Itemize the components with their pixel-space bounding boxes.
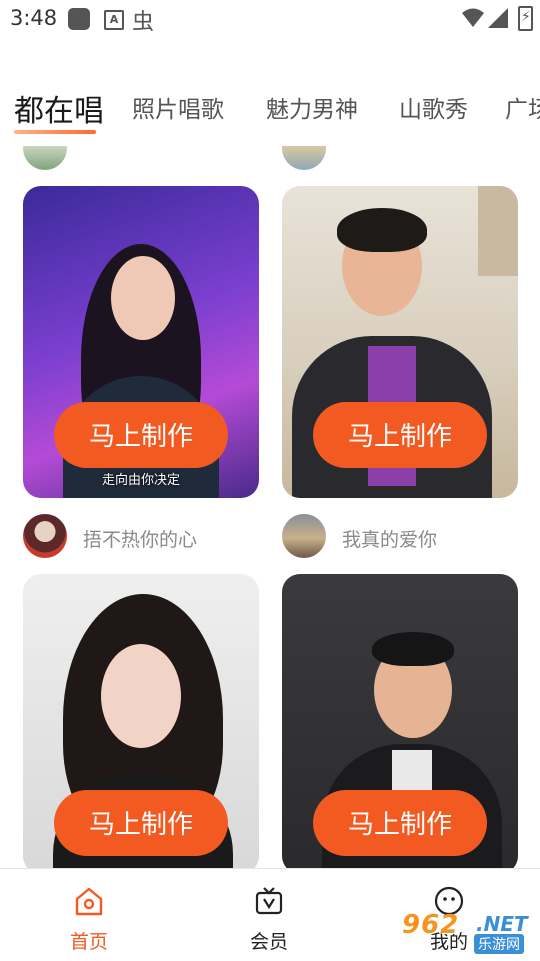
- author-row[interactable]: 捂不热你的心: [23, 514, 259, 560]
- tab-guang-chang[interactable]: 广场: [505, 90, 540, 124]
- watermark-site: 乐游网: [474, 934, 524, 954]
- status-time: 3:48: [10, 6, 58, 30]
- avatar: [282, 146, 326, 170]
- avatar: [282, 514, 326, 558]
- watermark-number: 962: [402, 910, 460, 940]
- bug-icon: 虫: [132, 10, 155, 35]
- a-notification-icon: A: [104, 10, 124, 30]
- make-now-button[interactable]: 马上制作: [54, 402, 228, 468]
- make-now-button[interactable]: 马上制作: [54, 790, 228, 856]
- battery-charging-icon: ⚡: [518, 6, 533, 31]
- watermark-suffix: .NET: [476, 912, 528, 936]
- tab-zhao-pian-chang-ge[interactable]: 照片唱歌: [132, 90, 224, 124]
- author-name: 我真的爱你: [342, 529, 438, 551]
- tab-mei-li-nan-shen[interactable]: 魅力男神: [266, 90, 358, 124]
- home-icon: [75, 887, 103, 916]
- tab-shan-ge-xiu[interactable]: 山歌秀: [399, 90, 468, 124]
- app-square-icon: [68, 8, 90, 30]
- video-grid: 走向由你决定 马上制作 马上制作 捂不热你的心 我真的爱你 马上制作 马上制作: [0, 146, 540, 868]
- wifi-icon: [462, 8, 484, 27]
- nav-vip-label: 会员: [249, 931, 288, 953]
- make-now-button[interactable]: 马上制作: [313, 402, 487, 468]
- author-name: 捂不热你的心: [83, 529, 198, 551]
- make-now-button[interactable]: 马上制作: [313, 790, 487, 856]
- nav-home-label: 首页: [69, 931, 108, 953]
- active-tab-indicator: [14, 130, 96, 134]
- status-bar: 3:48 A 虫 ⚡: [0, 0, 540, 40]
- video-card[interactable]: 马上制作: [282, 186, 518, 498]
- signal-icon: [488, 8, 508, 28]
- author-row[interactable]: 我真的爱你: [282, 514, 518, 560]
- video-card[interactable]: 马上制作: [282, 574, 518, 868]
- avatar: [23, 514, 67, 558]
- video-caption: 走向由你决定: [101, 473, 180, 488]
- watermark-logo: 962 .NET 乐游网: [398, 910, 536, 956]
- tab-du-zai-chang[interactable]: 都在唱: [14, 86, 104, 130]
- video-card[interactable]: 走向由你决定 马上制作: [23, 186, 259, 498]
- video-card[interactable]: 马上制作: [23, 574, 259, 868]
- avatar: [23, 146, 67, 170]
- vip-tv-icon: [255, 887, 283, 915]
